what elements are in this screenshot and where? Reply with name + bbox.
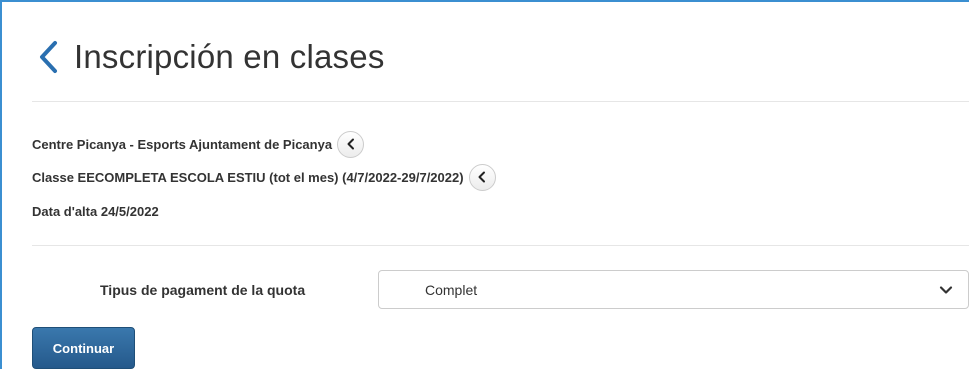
centre-text: Centre Picanya - Esports Ajuntament de P… [32,136,333,152]
payment-type-value: Complet [425,281,478,298]
payment-type-select[interactable]: Complet [378,270,969,309]
page-title: Inscripción en clases [74,38,385,75]
payment-type-label: Tipus de pagament de la quota [100,282,306,298]
chevron-down-icon [936,285,956,295]
centre-row: Centre Picanya - Esports Ajuntament de P… [32,129,365,159]
chevron-left-icon [347,138,354,150]
back-button[interactable] [34,38,64,76]
data-alta-row: Data d'alta 24/5/2022 [32,201,159,221]
data-alta-text: Data d'alta 24/5/2022 [32,203,159,219]
change-classe-button[interactable] [468,163,496,191]
classe-row: Classe EECOMPLETA ESCOLA ESTIU (tot el m… [32,162,496,192]
divider-middle [32,245,969,246]
classe-text: Classe EECOMPLETA ESCOLA ESTIU (tot el m… [32,169,464,185]
divider-top [32,101,969,102]
page-header: Inscripción en clases [34,32,385,82]
continue-button[interactable]: Continuar [32,327,135,369]
chevron-left-icon [40,41,57,73]
chevron-left-icon [478,171,486,183]
page-frame: Inscripción en clases Centre Picanya - E… [0,0,969,369]
change-centre-button[interactable] [337,130,365,158]
